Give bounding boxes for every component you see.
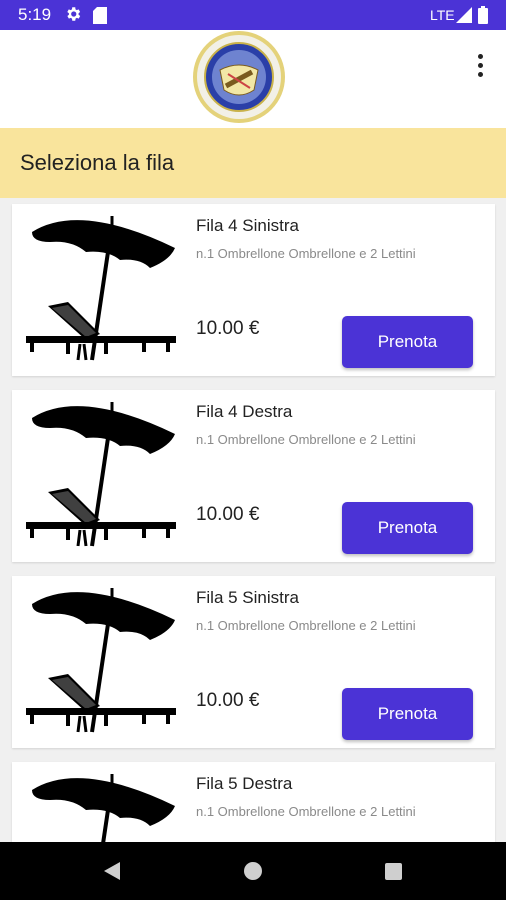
- app-bar: [0, 30, 506, 128]
- row-card[interactable]: Fila 5 Destra n.1 Ombrellone Ombrellone …: [12, 762, 495, 842]
- more-vert-icon: [477, 53, 483, 59]
- more-vert-icon-dot: [477, 62, 483, 68]
- book-button[interactable]: Prenota: [342, 316, 473, 368]
- umbrella-sunbed-image: [24, 214, 178, 362]
- row-description: n.1 Ombrellone Ombrellone e 2 Lettini: [196, 432, 416, 447]
- signal-icon: [456, 7, 472, 23]
- crest-logo: [193, 31, 285, 123]
- settings-gear-icon: [67, 7, 81, 21]
- row-title: Fila 4 Destra: [196, 402, 293, 421]
- umbrella-sunbed-image: [24, 400, 178, 548]
- battery-icon: [478, 6, 488, 24]
- row-card[interactable]: Fila 4 Sinistra n.1 Ombrellone Ombrellon…: [12, 204, 495, 376]
- network-type-label: LTE: [430, 7, 455, 23]
- recents-icon[interactable]: [385, 863, 402, 880]
- status-bar: 5:19 LTE: [0, 0, 506, 30]
- section-title: Seleziona la fila: [20, 150, 175, 175]
- row-price: 10.00 €: [196, 504, 260, 525]
- status-time: 5:19: [18, 5, 52, 24]
- umbrella-sunbed-image: [24, 772, 178, 842]
- row-list[interactable]: Fila 4 Sinistra n.1 Ombrellone Ombrellon…: [0, 198, 506, 842]
- row-title: Fila 5 Sinistra: [196, 588, 299, 607]
- umbrella-sunbed-image: [24, 586, 178, 734]
- row-title: Fila 4 Sinistra: [196, 216, 299, 235]
- sd-card-icon: [93, 7, 107, 24]
- row-description: n.1 Ombrellone Ombrellone e 2 Lettini: [196, 804, 416, 819]
- row-price: 10.00 €: [196, 690, 260, 711]
- row-title: Fila 5 Destra: [196, 774, 293, 793]
- row-description: n.1 Ombrellone Ombrellone e 2 Lettini: [196, 618, 416, 633]
- system-nav-bar: [0, 842, 506, 900]
- row-description: n.1 Ombrellone Ombrellone e 2 Lettini: [196, 246, 416, 261]
- book-button[interactable]: Prenota: [342, 688, 473, 740]
- back-icon[interactable]: [102, 861, 122, 881]
- more-vert-icon-dot: [477, 71, 483, 77]
- home-icon[interactable]: [244, 862, 262, 880]
- book-button[interactable]: Prenota: [342, 502, 473, 554]
- section-header: Seleziona la fila: [0, 128, 506, 198]
- row-price: 10.00 €: [196, 318, 260, 339]
- row-card[interactable]: Fila 4 Destra n.1 Ombrellone Ombrellone …: [12, 390, 495, 562]
- overflow-menu-button[interactable]: [466, 50, 494, 80]
- row-card[interactable]: Fila 5 Sinistra n.1 Ombrellone Ombrellon…: [12, 576, 495, 748]
